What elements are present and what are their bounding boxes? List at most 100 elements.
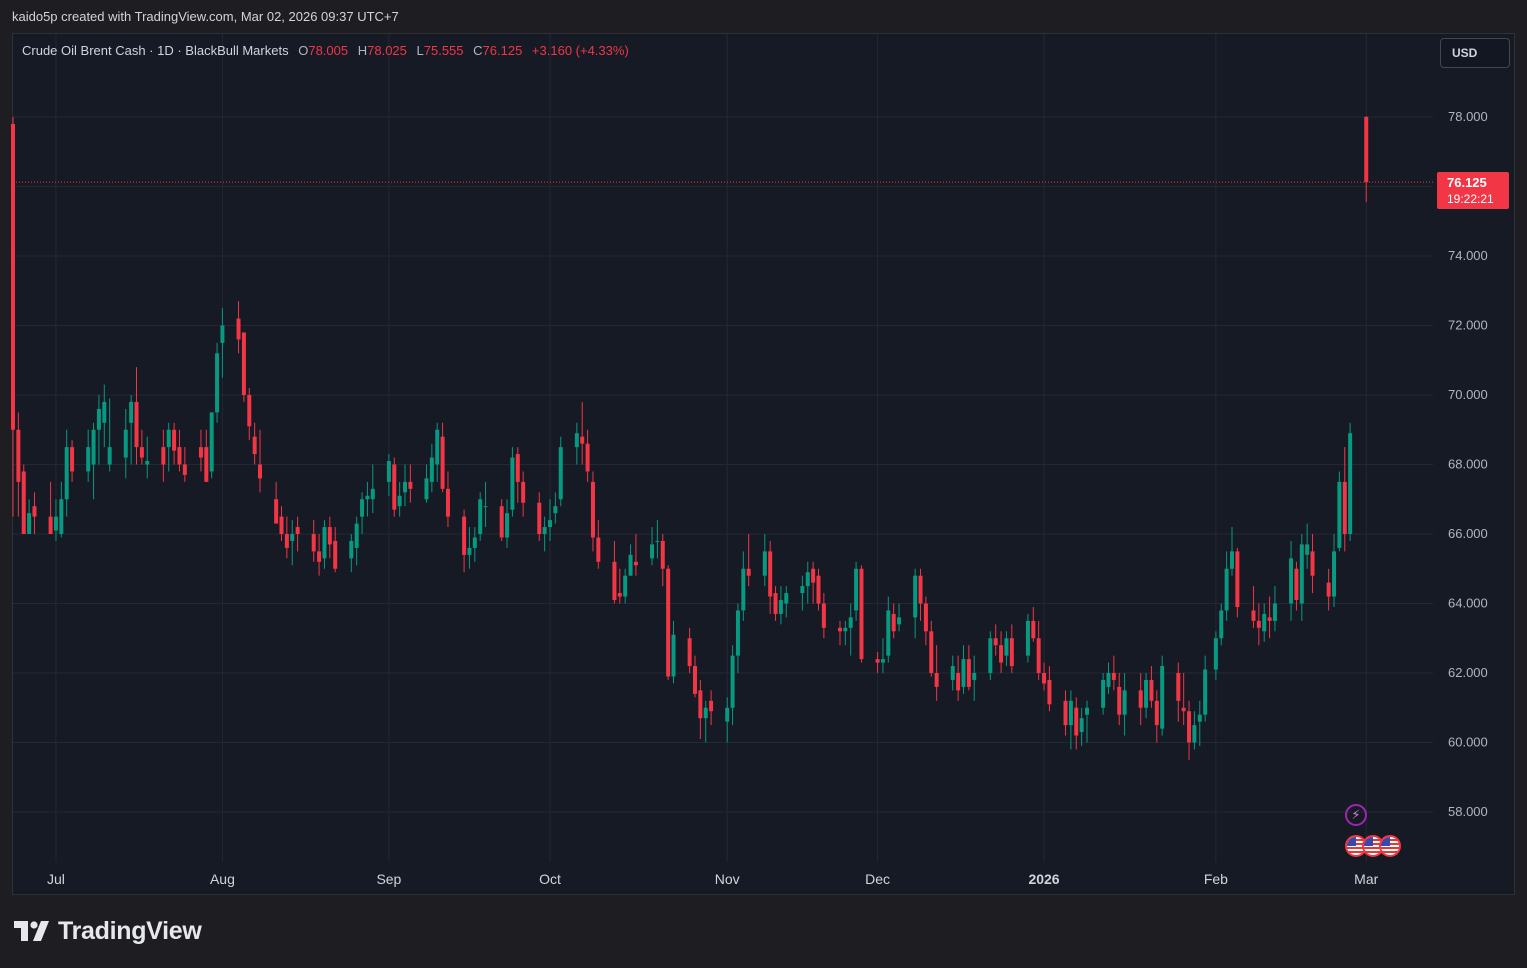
- candle-body: [290, 534, 295, 541]
- candle-body: [735, 610, 740, 656]
- candle-body: [311, 534, 316, 552]
- candle-body: [596, 537, 601, 562]
- candle-body: [1009, 638, 1014, 667]
- candle-body: [1262, 613, 1267, 632]
- candle-body: [354, 523, 359, 548]
- candle-body: [53, 516, 58, 531]
- candle-body: [86, 447, 91, 472]
- candle-body: [1063, 700, 1068, 726]
- candle-body: [139, 447, 144, 458]
- candle-body: [333, 540, 338, 569]
- candle-body: [580, 436, 585, 444]
- candle-body: [1235, 551, 1240, 607]
- x-tick-label: Feb: [1204, 871, 1228, 887]
- candle-body: [1025, 620, 1030, 656]
- candle-body: [1256, 620, 1261, 628]
- us-flag-icon[interactable]: [1379, 835, 1401, 857]
- candle-body: [1149, 679, 1154, 701]
- candle-body: [698, 690, 703, 719]
- candle-body: [709, 700, 714, 712]
- candle-body: [274, 499, 279, 524]
- candle-body: [392, 464, 397, 510]
- candle-body: [424, 478, 429, 500]
- candle-body: [258, 464, 263, 479]
- candle-body: [505, 513, 510, 538]
- candle-body: [236, 318, 241, 340]
- currency-button[interactable]: USD: [1440, 38, 1510, 68]
- x-tick-label: Oct: [539, 871, 561, 887]
- y-tick-label: 78.000: [1448, 109, 1488, 124]
- candle-body: [929, 631, 934, 673]
- candle-body: [741, 568, 746, 611]
- bar-countdown: 19:22:21: [1447, 192, 1494, 206]
- candle-body: [687, 638, 692, 667]
- candle-body: [897, 617, 902, 625]
- candle-body: [725, 707, 730, 722]
- candle-body: [1251, 610, 1256, 621]
- candle-body: [548, 520, 552, 528]
- candle-body: [1294, 568, 1299, 601]
- candle-body: [129, 401, 134, 423]
- candle-body: [633, 561, 638, 566]
- symbol-title[interactable]: Crude Oil Brent Cash · 1D · BlackBull Ma…: [22, 43, 289, 58]
- candle-body: [32, 506, 37, 517]
- candle-body: [1192, 725, 1197, 743]
- candle-body: [692, 666, 697, 694]
- low-value: 75.555: [423, 43, 464, 58]
- candle-body: [198, 447, 203, 458]
- lightning-icon[interactable]: ⚡: [1345, 804, 1367, 826]
- x-tick-label: Dec: [865, 871, 890, 887]
- close-value: 76.125: [482, 43, 523, 58]
- candle-body: [1138, 690, 1143, 708]
- candle-body: [1160, 666, 1165, 729]
- candle-body: [558, 447, 563, 500]
- candle-body: [177, 447, 182, 465]
- candle-body: [1036, 638, 1041, 673]
- tradingview-logo[interactable]: TradingView: [14, 916, 202, 946]
- candle-body: [365, 495, 370, 500]
- candle-body: [1068, 700, 1073, 726]
- last-price-tag: 76.125 19:22:21: [1437, 172, 1509, 209]
- candle-body: [429, 457, 434, 482]
- candle-body: [386, 461, 391, 482]
- candle-body: [805, 572, 810, 587]
- candle-body: [848, 617, 853, 628]
- candle-body: [1004, 638, 1009, 656]
- candle-body: [1348, 433, 1353, 534]
- x-tick-label: Sep: [376, 871, 401, 887]
- candle-body: [247, 395, 252, 427]
- candle-body: [1074, 707, 1079, 736]
- candle-body: [1364, 116, 1369, 183]
- candle-body: [574, 433, 579, 448]
- candle-body: [623, 575, 628, 597]
- candle-body: [1224, 568, 1229, 611]
- candle-body: [821, 603, 826, 628]
- candle-body: [209, 412, 214, 472]
- candle-body: [59, 499, 64, 534]
- candle-body: [467, 547, 472, 555]
- candle-body: [435, 429, 440, 465]
- candle-body: [923, 603, 928, 632]
- candle-body: [70, 447, 75, 472]
- candle-body: [1213, 638, 1218, 670]
- candle-body: [1079, 718, 1084, 733]
- y-tick-label: 68.000: [1448, 457, 1488, 472]
- candle-body: [875, 659, 880, 663]
- candle-body: [521, 481, 526, 503]
- candle-body: [800, 586, 805, 594]
- open-label: O: [298, 43, 309, 58]
- candle-body: [1310, 551, 1315, 576]
- candle-body: [134, 401, 139, 448]
- candle-body: [11, 123, 15, 430]
- candle-body: [891, 613, 896, 632]
- high-label: H: [357, 43, 368, 58]
- candle-body: [1267, 617, 1272, 621]
- candle-body: [671, 634, 676, 677]
- y-tick-label: 60.000: [1448, 735, 1488, 750]
- candlestick-chart[interactable]: 78.00076.00074.00072.00070.00068.00066.0…: [0, 0, 1527, 968]
- candle-body: [612, 561, 617, 601]
- candle-body: [327, 527, 332, 545]
- candle-body: [510, 457, 515, 510]
- candle-body: [918, 575, 923, 604]
- candle-body: [1326, 582, 1331, 597]
